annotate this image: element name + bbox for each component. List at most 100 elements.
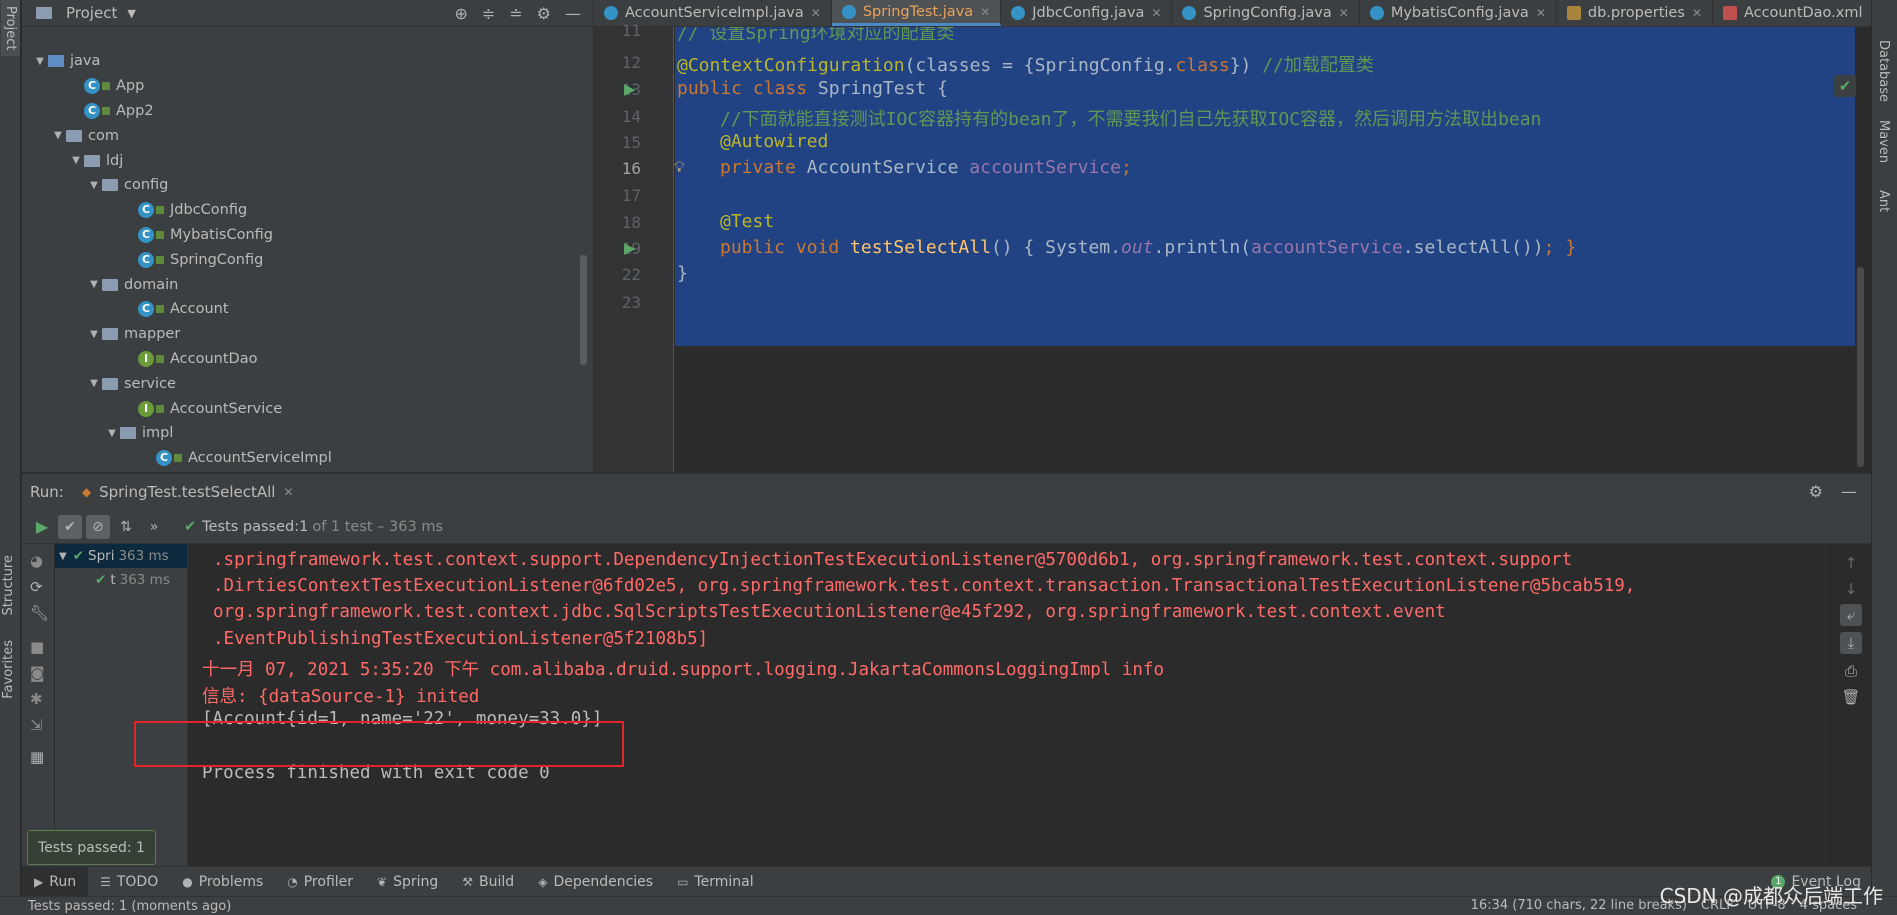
tree-item[interactable]: I AccountService (22, 396, 593, 421)
chevron-down-icon[interactable]: ▼ (127, 7, 135, 20)
chevron-down-icon[interactable]: ▼ (50, 130, 66, 141)
editor-scrollbar[interactable] (1857, 267, 1864, 467)
camera-icon[interactable]: ◙ (30, 664, 45, 682)
chevron-down-icon[interactable]: ▼ (86, 329, 102, 340)
stop-icon[interactable]: ■ (30, 638, 44, 656)
close-icon[interactable]: ✕ (811, 6, 821, 20)
tool-window-dependencies[interactable]: ◈ Dependencies (526, 867, 665, 896)
run-tab[interactable]: ◆ SpringTest.testSelectAll ✕ (82, 483, 294, 501)
tool-tab-favorites[interactable]: Favorites (1, 640, 16, 699)
import-icon[interactable]: ⇲ (30, 716, 43, 734)
toggle-auto-test-icon[interactable]: ⟳ (30, 578, 43, 596)
close-icon[interactable]: ✕ (1870, 6, 1871, 20)
code-area[interactable]: // 设置Spring环境对应的配置类 @ContextConfiguratio… (675, 27, 1872, 472)
tree-item[interactable]: ▼ domain (22, 272, 593, 297)
tree-item[interactable]: ▼ config (22, 173, 593, 198)
gear-icon[interactable]: ⚙ (1809, 482, 1823, 501)
tree-item[interactable]: ▼ ldj (22, 148, 593, 173)
tree-item[interactable]: C SpringConfig (22, 247, 593, 272)
caret-position[interactable]: 16:34 (710 chars, 22 line breaks) (1471, 898, 1687, 913)
inspection-ok-icon[interactable]: ✔ (1834, 75, 1856, 97)
chevron-down-icon[interactable]: ▼ (32, 56, 48, 67)
show-passed-icon[interactable]: ✔ (58, 514, 82, 539)
project-panel-title[interactable]: Project (66, 4, 117, 22)
tests-status: ✔ Tests passed: 1 of 1 test – 363 ms (184, 519, 443, 535)
tree-item[interactable]: C Account (22, 297, 593, 322)
editor-tab[interactable]: db.properties ✕ (1557, 0, 1713, 26)
tree-item[interactable]: C MybatisConfig (22, 223, 593, 248)
tool-window-problems[interactable]: ● Problems (170, 867, 275, 896)
tool-window-build[interactable]: ⚒ Build (450, 867, 526, 896)
layout-icon[interactable]: ▦ (30, 748, 44, 766)
project-tree-scrollbar[interactable] (580, 255, 587, 365)
close-icon[interactable]: ✕ (1536, 6, 1546, 20)
chevron-down-icon[interactable]: ▼ (59, 551, 67, 562)
collapse-all-icon[interactable]: ≐ (509, 4, 522, 23)
tool-window-terminal[interactable]: ▭ Terminal (665, 867, 766, 896)
hide-icon[interactable]: — (565, 4, 581, 23)
run-gutter-icon[interactable]: ▶ (624, 80, 636, 98)
tool-window-spring[interactable]: ❦ Spring (365, 867, 450, 896)
tool-tab-ant[interactable]: Ant (1876, 190, 1891, 212)
more-icon[interactable]: » (142, 515, 166, 539)
chevron-down-icon[interactable]: ▼ (68, 155, 84, 166)
tool-window-profiler[interactable]: ◔ Profiler (275, 867, 365, 896)
tool-tab-maven[interactable]: Maven (1876, 120, 1891, 163)
access-icon (156, 354, 164, 363)
chevron-down-icon[interactable]: ▼ (104, 428, 120, 439)
editor-tab[interactable]: AccountDao.xml ✕ (1713, 0, 1871, 26)
expand-all-icon[interactable]: ≑ (482, 4, 495, 23)
chevron-down-icon[interactable]: ▼ (86, 378, 102, 389)
close-icon[interactable]: ✕ (1692, 6, 1702, 20)
editor-tab[interactable]: SpringConfig.java ✕ (1172, 0, 1360, 26)
trash-icon[interactable]: 🗑︎ (1840, 686, 1862, 708)
arrow-down-icon[interactable]: ↓ (1840, 578, 1862, 600)
tree-item[interactable]: ▼ mapper (22, 322, 593, 347)
chevron-down-icon[interactable]: ▼ (86, 180, 102, 191)
sort-icon[interactable]: ⇅ (114, 515, 138, 539)
close-icon[interactable]: ✕ (980, 5, 990, 19)
rerun-failed-icon[interactable]: ◕ (30, 552, 43, 570)
editor-tab[interactable]: SpringTest.java ✕ (831, 0, 1002, 26)
scroll-to-end-icon[interactable]: ⤓ (1840, 632, 1862, 654)
run-gutter-icon[interactable]: ▶ (624, 239, 636, 257)
console-line: org.springframework.test.context.jdbc.Sq… (213, 602, 1446, 622)
rerun-icon[interactable]: ▶ (30, 515, 54, 539)
tool-tab-database[interactable]: Database (1876, 40, 1891, 102)
console-output[interactable]: .springframework.test.context.support.De… (189, 544, 1849, 867)
close-icon[interactable]: ✕ (1151, 6, 1161, 20)
tree-item[interactable]: ▼ java (22, 49, 593, 74)
show-ignored-icon[interactable]: ⊘ (86, 514, 110, 539)
locate-icon[interactable]: ⊕ (454, 4, 467, 23)
gear-icon[interactable]: ⚙ (537, 4, 551, 23)
access-icon (156, 206, 164, 215)
tree-item[interactable]: C JdbcConfig (22, 198, 593, 223)
tree-item[interactable]: ▼ com (22, 123, 593, 148)
soft-wrap-icon[interactable]: ⤶ (1840, 604, 1862, 626)
tree-item[interactable]: C App (22, 74, 593, 99)
arrow-up-icon[interactable]: ↑ (1840, 552, 1862, 574)
lightbulb-icon[interactable]: 💡︎ (674, 158, 685, 176)
wrench-icon[interactable]: 🔧︎ (30, 604, 49, 622)
highlight-box (134, 721, 624, 767)
tree-item[interactable]: C AccountServiceImpl (22, 446, 593, 471)
tool-tab-project[interactable]: Project (1, 0, 20, 57)
folder-icon (102, 179, 118, 192)
tree-item[interactable]: ▼ service (22, 371, 593, 396)
close-icon[interactable]: ✕ (1339, 6, 1349, 20)
editor-tab[interactable]: JdbcConfig.java ✕ (1001, 0, 1173, 26)
editor-tab[interactable]: MybatisConfig.java ✕ (1360, 0, 1557, 26)
print-icon[interactable]: ⎙ (1840, 660, 1862, 682)
chevron-down-icon[interactable]: ▼ (86, 279, 102, 290)
test-tree-item[interactable]: ✔ t 363 ms (55, 568, 187, 592)
hide-icon[interactable]: — (1841, 482, 1857, 501)
tool-window-todo[interactable]: ☰ TODO (88, 867, 170, 896)
test-tree-item[interactable]: ▼ ✔ Spri 363 ms (55, 544, 187, 568)
tree-item[interactable]: I AccountDao (22, 347, 593, 372)
tool-window-run[interactable]: ▶ Run (22, 867, 89, 896)
tree-item[interactable]: C App2 (22, 99, 593, 124)
tree-item[interactable]: ▼ impl (22, 421, 593, 446)
close-icon[interactable]: ✕ (283, 485, 293, 499)
tool-tab-structure[interactable]: Structure (1, 555, 16, 615)
bug-icon[interactable]: ✱ (30, 690, 43, 708)
